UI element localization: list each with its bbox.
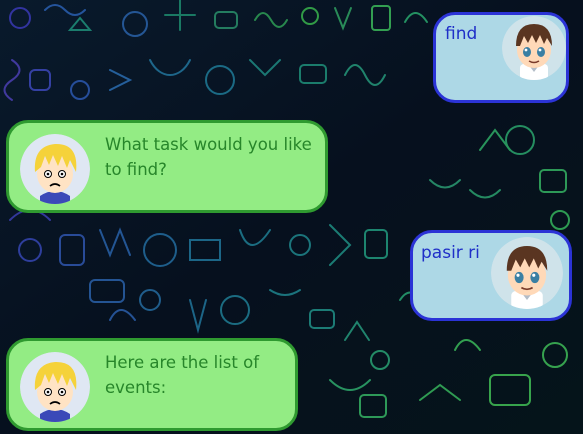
message-text: find	[445, 24, 478, 44]
message-text: Here are the list of events:	[105, 353, 260, 397]
blonde-worried-avatar-icon	[20, 352, 90, 422]
blonde-worried-avatar-icon	[20, 134, 90, 204]
bot-message-bubble: Here are the list of events:	[6, 338, 298, 431]
eren-avatar-icon	[491, 237, 563, 309]
chat-area: find What task would you like to find? p…	[0, 0, 583, 434]
bot-message-bubble: What task would you like to find?	[6, 120, 328, 213]
user-message-bubble: pasir ri	[410, 230, 572, 321]
message-text: What task would you like to find?	[105, 135, 312, 179]
message-text: pasir ri	[421, 243, 480, 263]
eren-avatar-icon	[502, 16, 566, 80]
user-message-bubble: find	[433, 12, 569, 103]
